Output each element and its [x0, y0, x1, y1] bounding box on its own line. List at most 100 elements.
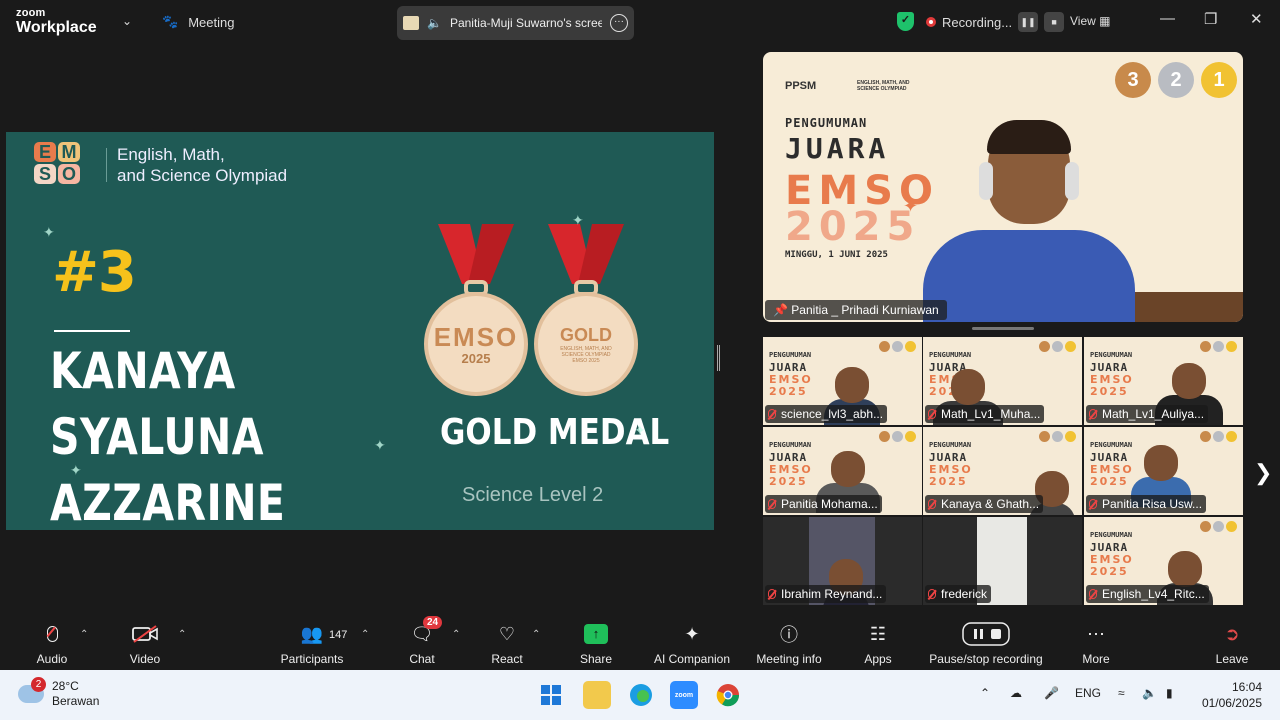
gallery-resize-handle[interactable]: [972, 327, 1034, 330]
meeting-info-button[interactable]: ⓘ Meeting info: [748, 613, 830, 670]
active-speaker-video[interactable]: PPSM ENGLISH, MATH, AND SCIENCE OLYMPIAD…: [763, 52, 1243, 322]
more-button[interactable]: ⋯ More: [1076, 613, 1116, 670]
restore-icon[interactable]: ❐: [1204, 10, 1217, 28]
logo-letter-m: M: [58, 142, 80, 162]
participant-tile[interactable]: PENGUMUMAN JUARA EMSO 2025 science_lvl3_abh.…: [763, 337, 922, 425]
windows-start-icon[interactable]: [537, 681, 565, 709]
share-button[interactable]: ↑ Share: [576, 613, 616, 670]
wifi-icon[interactable]: ≈: [1118, 686, 1125, 700]
audio-label: Audio: [36, 652, 68, 666]
participant-name-tag: Ibrahim Reynand...: [765, 585, 887, 603]
pause-recording-icon[interactable]: ❚❚: [1018, 12, 1039, 32]
view-menu[interactable]: View ▦: [1070, 14, 1110, 28]
meeting-label: Meeting: [188, 14, 235, 30]
participant-tile[interactable]: frederick: [923, 517, 1082, 605]
tile-title-3: EMSO2025: [769, 464, 813, 488]
audio-options-chevron-icon[interactable]: ⌃: [80, 629, 88, 640]
chrome-icon[interactable]: [714, 681, 742, 709]
mic-off-icon: [39, 622, 65, 646]
mic-muted-icon: [768, 589, 776, 599]
share-thumbnail-icon: [403, 16, 419, 30]
winner-name-line-2: AZZARINE: [50, 474, 286, 530]
battery-icon[interactable]: ▮: [1166, 686, 1173, 700]
tray-overflow-chevron-icon[interactable]: ⌃: [980, 686, 990, 700]
system-clock[interactable]: 16:04 01/06/2025: [1200, 679, 1262, 711]
file-explorer-icon[interactable]: [583, 681, 611, 709]
cloud-icon: 2: [18, 677, 46, 703]
encryption-shield-icon[interactable]: ✓: [897, 12, 914, 31]
language-indicator[interactable]: ENG: [1075, 686, 1101, 700]
tile-title-3: EMSO2025: [769, 374, 813, 398]
participant-name-tag: Panitia Mohama...: [765, 495, 882, 513]
sparkle-icon: ✦: [43, 224, 55, 240]
winner-name: KANAYA SYALUNA AZZARINE: [50, 338, 444, 530]
participant-tile[interactable]: PENGUMUMAN JUARA EMSO 2025 Math_Lv1_Auliya..…: [1084, 337, 1243, 425]
app-menu-chevron-icon[interactable]: ⌄: [122, 14, 132, 28]
leave-button[interactable]: ➲ Leave: [1212, 613, 1252, 670]
speaker-emso-brand: ENGLISH, MATH, AND SCIENCE OLYMPIAD: [857, 80, 910, 92]
weather-widget[interactable]: 2 28°C Berawan: [18, 677, 99, 709]
cloud-sync-icon[interactable]: ☁: [1010, 686, 1022, 700]
participant-face: [835, 367, 869, 403]
mic-muted-icon: [1089, 409, 1097, 419]
speaker-icon[interactable]: 🔈: [427, 16, 442, 30]
zoom-logo: zoom Workplace: [16, 8, 97, 36]
close-icon[interactable]: ✕: [1250, 10, 1263, 28]
panel-resize-handle[interactable]: [717, 345, 720, 371]
zoom-app-icon[interactable]: zoom: [670, 681, 698, 709]
participants-options-chevron-icon[interactable]: ⌃: [361, 629, 369, 640]
ai-companion-button[interactable]: ✦ AI Companion: [648, 613, 736, 670]
participant-face: [1144, 445, 1178, 481]
headphones-icon: [1065, 162, 1079, 200]
audio-button[interactable]: Audio: [33, 613, 71, 670]
participant-tile[interactable]: PENGUMUMAN JUARA EMSO 2025 Kanaya & Ghath...: [923, 427, 1082, 515]
windows-taskbar: 2 28°C Berawan zoom ⌃ ☁ 🎤 ENG ≈ 🔈 ▮ 16:0…: [0, 670, 1280, 720]
participant-name: Panitia Risa Usw...: [1102, 497, 1203, 511]
ai-companion-label: AI Companion: [653, 652, 731, 666]
sparkle-icon: ✦: [634, 422, 646, 438]
mic-muted-icon: [928, 499, 936, 509]
logo-letter-o: O: [58, 164, 80, 184]
tile-title-3: EMSO2025: [1090, 554, 1134, 578]
slide-title-4: 2025: [785, 204, 921, 250]
pause-stop-recording-button[interactable]: Pause/stop recording: [922, 613, 1050, 670]
share-options-icon[interactable]: ···: [609, 14, 628, 32]
video-options-chevron-icon[interactable]: ⌃: [178, 629, 186, 640]
react-button[interactable]: ♡ React: [488, 613, 526, 670]
minimize-icon[interactable]: —: [1160, 10, 1175, 27]
next-page-chevron-icon[interactable]: ❯: [1254, 460, 1272, 486]
react-options-chevron-icon[interactable]: ⌃: [532, 629, 540, 640]
medal-gold-title: GOLD: [560, 324, 612, 345]
recording-dot-icon: [926, 17, 936, 27]
tile-title-1: PENGUMUMAN: [1090, 531, 1133, 539]
participant-tile[interactable]: PENGUMUMAN JUARA EMSO 2025 Panitia Mohama...: [763, 427, 922, 515]
participants-button[interactable]: 👥 Participants: [276, 613, 348, 670]
participant-name-tag: Math_Lv1_Muha...: [925, 405, 1045, 423]
stop-recording-icon[interactable]: ■: [1044, 12, 1065, 32]
logo-letter-e: E: [34, 142, 56, 162]
apps-label: Apps: [864, 652, 892, 666]
brand-bottom: Workplace: [16, 19, 97, 36]
meeting-menu[interactable]: 🐾 Meeting: [162, 14, 234, 30]
apps-button[interactable]: ☷ Apps: [858, 613, 898, 670]
participant-tile[interactable]: PENGUMUMAN JUARA EMSO 2025 Panitia Risa Usw.…: [1084, 427, 1243, 515]
chat-button[interactable]: 🗨 24 Chat: [404, 613, 443, 670]
mic-muted-icon: [1089, 499, 1097, 509]
speaker-hair: [987, 120, 1071, 154]
mic-muted-icon: [928, 409, 936, 419]
sparkle-icon: ✦: [374, 437, 386, 453]
headphones-icon: [979, 162, 993, 200]
participant-tile[interactable]: PENGUMUMAN JUARA EMSO 2025 English_Lv4_Ritc.…: [1084, 517, 1243, 605]
edge-icon[interactable]: [627, 681, 655, 709]
video-button[interactable]: Video: [126, 613, 164, 670]
emso-logo: E M S O: [34, 140, 84, 186]
microphone-icon[interactable]: 🎤: [1044, 686, 1059, 700]
medal-gold-subtitle: ENGLISH, MATH, AND SCIENCE OLYMPIAD: [560, 345, 612, 358]
screen-share-indicator[interactable]: 🔈 Panitia-Muji Suwarno's screen ···: [397, 6, 634, 40]
participant-tile[interactable]: PENGUMUMANJUARAEMSO2025Math_Lv1_Muha...: [923, 337, 1082, 425]
tile-title-3: EMSO2025: [1090, 464, 1134, 488]
volume-icon[interactable]: 🔈: [1142, 686, 1157, 700]
participant-tile[interactable]: Ibrahim Reynand...: [763, 517, 922, 605]
chat-options-chevron-icon[interactable]: ⌃: [452, 629, 460, 640]
video-label: Video: [129, 652, 161, 666]
